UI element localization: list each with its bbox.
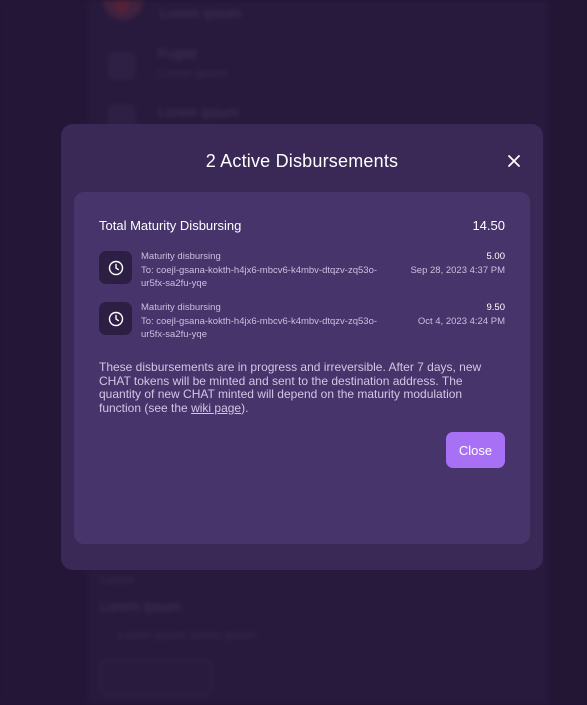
disbursement-address: To: coejl-gsana-kokth-h4jx6-mbcv6-k4mbv-…: [141, 265, 378, 289]
total-maturity-value: 14.50: [472, 218, 505, 233]
total-maturity-label: Total Maturity Disbursing: [99, 218, 242, 233]
close-button[interactable]: Close: [446, 432, 505, 468]
disbursement-date: Oct 4, 2023 4:24 PM: [417, 316, 505, 327]
description-text-end: ).: [241, 400, 249, 415]
disbursement-address: To: coejl-gsana-kokth-h4jx6-mbcv6-k4mbv-…: [141, 316, 378, 340]
close-icon[interactable]: [506, 153, 522, 169]
disbursement-date: Sep 28, 2023 4:37 PM: [410, 265, 505, 276]
disbursement-amount: 5.00: [486, 251, 506, 262]
disbursement-label: Maturity disbursing: [141, 302, 221, 313]
disbursement-label: Maturity disbursing: [141, 251, 221, 262]
description-text: These disbursements are in progress and …: [99, 360, 482, 415]
disbursement-row: Maturity disbursing To: coejl-gsana-kokt…: [99, 251, 505, 291]
clock-icon: [99, 251, 132, 284]
wiki-page-link[interactable]: wiki page: [191, 401, 241, 415]
active-disbursements-modal: 2 Active Disbursements Total Maturity Di…: [61, 124, 543, 570]
disbursement-amount: 9.50: [486, 302, 506, 313]
disbursement-description: These disbursements are in progress and …: [99, 360, 507, 415]
disbursements-card: Total Maturity Disbursing 14.50 Maturity…: [74, 192, 530, 544]
modal-title: 2 Active Disbursements: [205, 151, 399, 171]
clock-icon: [99, 302, 132, 335]
disbursement-row: Maturity disbursing To: coejl-gsana-kokt…: [99, 302, 505, 342]
